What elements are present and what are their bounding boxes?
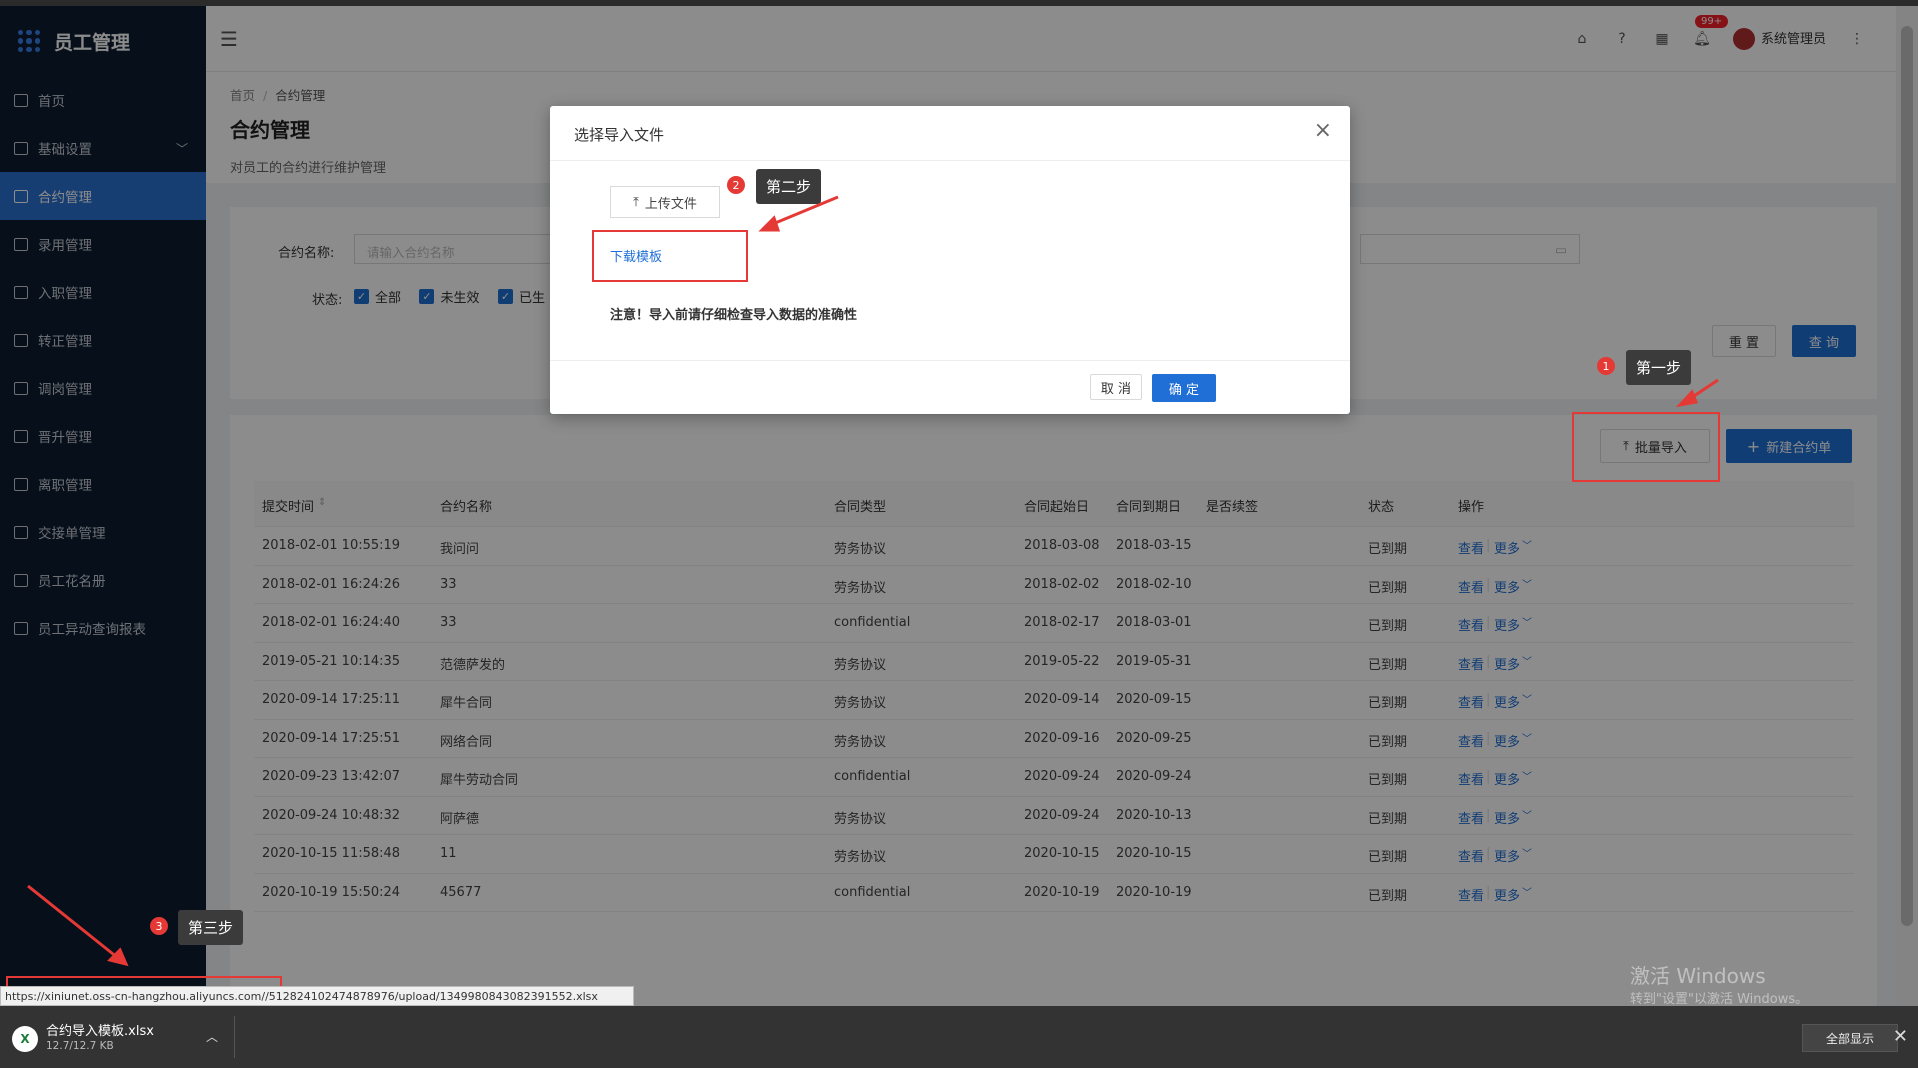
browser-download-bar: X 合约导入模板.xlsx 12.7/12.7 KB ︿ 全部显示 ✕ <box>0 1006 1918 1068</box>
download-file-name[interactable]: 合约导入模板.xlsx <box>46 1020 154 1039</box>
excel-file-icon: X <box>12 1026 38 1052</box>
show-all-button[interactable]: 全部显示 <box>1802 1024 1898 1052</box>
divider <box>234 1016 235 1058</box>
status-url: https://xiniunet.oss-cn-hangzhou.aliyunc… <box>0 986 634 1006</box>
download-file-size: 12.7/12.7 KB <box>46 1040 114 1052</box>
close-icon[interactable]: ✕ <box>1893 1026 1908 1047</box>
windows-activation-watermark: 激活 Windows <box>1630 964 1766 988</box>
annotation-arrows <box>27 195 1719 967</box>
chevron-up-icon[interactable]: ︿ <box>206 1028 218 1045</box>
windows-activation-hint: 转到"设置"以激活 Windows。 <box>1630 992 1809 1007</box>
